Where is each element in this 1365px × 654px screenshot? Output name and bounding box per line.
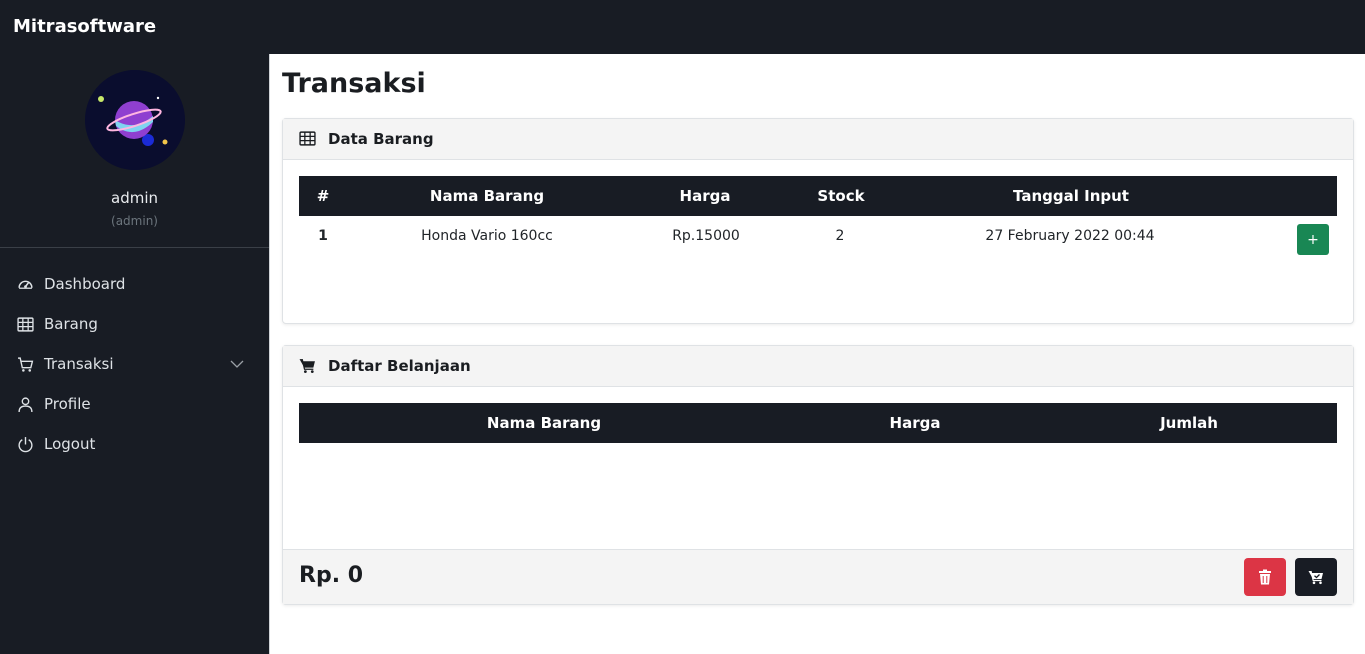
avatar-planet-image	[85, 70, 185, 170]
card-title: Data Barang	[328, 130, 434, 148]
card-footer: Rp. 0	[283, 549, 1353, 604]
speedometer-icon	[16, 275, 34, 293]
sidebar-item-label: Profile	[44, 395, 91, 413]
table-header: Nama Barang Harga Jumlah	[299, 403, 1337, 443]
column-header[interactable]: Nama Barang	[444, 403, 644, 443]
sidebar-item-profile[interactable]: Profile	[0, 384, 269, 424]
sidebar-item-label: Dashboard	[44, 275, 126, 293]
cart-icon	[299, 357, 317, 375]
checkout-button[interactable]	[1295, 558, 1337, 596]
cell-tanggal-input: 27 February 2022 00:44	[985, 228, 1155, 244]
cell-nama-barang: Honda Vario 160cc	[421, 228, 553, 244]
sidebar: admin (admin) Dashboard Barang Transaksi	[0, 54, 269, 654]
column-header: #	[316, 187, 330, 205]
card-title: Daftar Belanjaan	[328, 357, 471, 375]
power-icon	[16, 435, 34, 453]
sidebar-item-label: Logout	[44, 435, 96, 453]
daftar-belanjaan-table: Nama Barang Harga Jumlah	[299, 403, 1337, 443]
cell-harga: Rp.15000	[672, 228, 740, 244]
column-header[interactable]: Stock	[791, 176, 891, 216]
sidebar-divider	[0, 247, 269, 248]
cart-check-icon	[1308, 570, 1323, 585]
user-name: admin	[111, 189, 158, 207]
avatar	[85, 70, 185, 170]
user-role: (admin)	[111, 214, 158, 228]
sidebar-item-logout[interactable]: Logout	[0, 424, 269, 464]
column-header[interactable]: Harga	[655, 176, 755, 216]
cell-stock: 2	[835, 228, 845, 244]
table-row: 1 Honda Vario 160cc Rp.15000 2 27 Februa…	[299, 216, 1337, 260]
card-header: Data Barang	[283, 119, 1353, 160]
table-icon	[299, 130, 317, 148]
content-divider	[269, 54, 270, 654]
column-header[interactable]: Tanggal Input	[971, 176, 1171, 216]
cart-total: Rp. 0	[299, 563, 364, 588]
top-navbar: Mitrasoftware	[0, 0, 1365, 54]
column-header[interactable]: Jumlah	[1139, 403, 1239, 443]
sidebar-item-label: Transaksi	[44, 355, 114, 373]
sidebar-item-barang[interactable]: Barang	[0, 304, 269, 344]
person-icon	[16, 395, 34, 413]
column-header[interactable]: Harga	[865, 403, 965, 443]
cart-icon	[16, 355, 34, 373]
sidebar-item-transaksi[interactable]: Transaksi	[0, 344, 269, 384]
sidebar-item-label: Barang	[44, 315, 98, 333]
daftar-belanjaan-card: Daftar Belanjaan Nama Barang Harga Jumla…	[282, 345, 1354, 605]
data-barang-card: Data Barang # Nama Barang Harga Stock Ta…	[282, 118, 1354, 324]
page-title: Transaksi	[282, 68, 426, 99]
card-header: Daftar Belanjaan	[283, 346, 1353, 387]
sidebar-nav: Dashboard Barang Transaksi Profile Logou…	[0, 264, 269, 464]
cell-number: 1	[318, 228, 328, 244]
data-barang-table: # Nama Barang Harga Stock Tanggal Input …	[299, 176, 1337, 260]
sidebar-item-dashboard[interactable]: Dashboard	[0, 264, 269, 304]
brand-name[interactable]: Mitrasoftware	[13, 16, 156, 37]
table-header: # Nama Barang Harga Stock Tanggal Input	[299, 176, 1337, 216]
clear-cart-button[interactable]	[1244, 558, 1286, 596]
chevron-down-icon[interactable]	[229, 356, 245, 372]
table-icon	[16, 315, 34, 333]
trash-icon	[1259, 569, 1271, 585]
column-header[interactable]: Nama Barang	[387, 176, 587, 216]
add-to-cart-button[interactable]: +	[1297, 224, 1329, 255]
